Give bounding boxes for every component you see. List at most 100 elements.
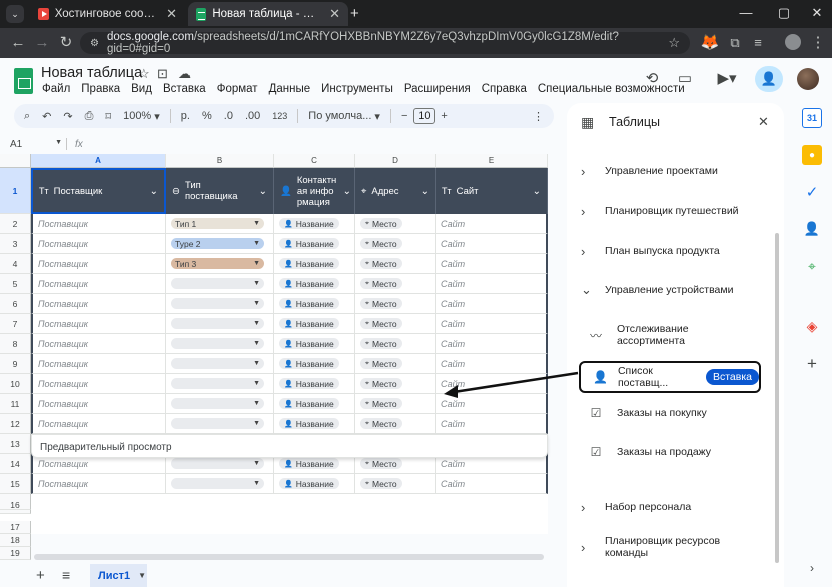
panel-group-team-resources[interactable]: › Планировщик ресурсов команды <box>581 535 766 559</box>
chevron-down-icon[interactable]: ⌄ <box>259 186 267 197</box>
tasks-icon[interactable]: ✓ <box>802 182 822 202</box>
row-header[interactable]: 14 <box>0 454 31 474</box>
person-chip[interactable]: 👤Название <box>279 358 339 369</box>
person-chip[interactable]: 👤Название <box>279 318 339 329</box>
avatar[interactable] <box>797 68 819 90</box>
type-dropdown-chip[interactable]: ▼ <box>171 358 264 369</box>
maps-icon[interactable]: ⌖ <box>802 256 822 276</box>
table-cell-type[interactable]: ▼ <box>166 274 274 294</box>
close-tab-icon[interactable]: ✕ <box>166 6 177 22</box>
table-header-supplier[interactable]: Тт Поставщик ⌄ <box>31 168 166 214</box>
type-dropdown-chip[interactable]: ▼ <box>171 298 264 309</box>
panel-group-devices[interactable]: ⌄ Управление устройствами <box>581 280 766 300</box>
share-button[interactable]: 👤 <box>755 66 783 92</box>
table-cell-address[interactable]: ⌖Место <box>355 354 436 374</box>
table-cell-address[interactable]: ⌖Место <box>355 334 436 354</box>
downloads-icon[interactable]: ≡ <box>748 34 768 52</box>
undo-icon[interactable]: ↶ <box>36 104 57 128</box>
site-info-icon[interactable]: ⚙ <box>90 38 99 49</box>
font-select[interactable]: По умолча... ▾ <box>302 104 386 128</box>
contacts-icon[interactable]: 👤 <box>802 219 822 239</box>
place-chip[interactable]: ⌖Место <box>360 418 402 429</box>
menu-format[interactable]: Формат <box>217 83 258 95</box>
person-chip[interactable]: 👤Название <box>279 418 339 429</box>
decrease-decimal-button[interactable]: .0 <box>218 104 239 128</box>
table-cell-site[interactable]: Сайт <box>436 414 548 434</box>
table-cell-type[interactable]: ▼ <box>166 354 274 374</box>
menu-edit[interactable]: Правка <box>81 83 120 95</box>
table-cell-site[interactable]: Сайт <box>436 274 548 294</box>
search-menus-icon[interactable]: ⌕ <box>14 104 36 128</box>
type-dropdown-chip[interactable]: ▼ <box>171 418 264 429</box>
table-cell-site[interactable]: Сайт <box>436 294 548 314</box>
table-cell-contact[interactable]: 👤Название <box>274 354 355 374</box>
table-cell-site[interactable]: Сайт <box>436 234 548 254</box>
chevron-down-icon[interactable]: ⌄ <box>421 186 429 197</box>
chevron-down-icon[interactable]: ⌄ <box>533 186 541 197</box>
row-header[interactable]: 11 <box>0 394 31 414</box>
place-chip[interactable]: ⌖Место <box>360 478 402 489</box>
table-cell-contact[interactable]: 👤Название <box>274 274 355 294</box>
type-dropdown-chip[interactable]: Type 2 ▼ <box>171 238 264 249</box>
type-dropdown-chip[interactable]: ▼ <box>171 338 264 349</box>
type-dropdown-chip[interactable]: ▼ <box>171 318 264 329</box>
row-header[interactable]: 19 <box>0 547 31 560</box>
table-cell-contact[interactable]: 👤Название <box>274 314 355 334</box>
type-dropdown-chip[interactable]: ▼ <box>171 378 264 389</box>
table-cell-supplier[interactable]: Поставщик <box>31 374 166 394</box>
sheet-tab[interactable]: Лист1 ▼ <box>90 564 147 587</box>
person-chip[interactable]: 👤Название <box>279 398 339 409</box>
table-cell-supplier[interactable]: Поставщик <box>31 474 166 494</box>
comments-icon[interactable]: ▭ <box>673 66 697 90</box>
table-cell-site[interactable]: Сайт <box>436 254 548 274</box>
table-cell-address[interactable]: ⌖Место <box>355 374 436 394</box>
table-cell-supplier[interactable]: Поставщик <box>31 334 166 354</box>
panel-item-suppliers[interactable]: 👤 Список поставщ... Вставка <box>579 361 761 393</box>
more-tools-icon[interactable]: ⋮ <box>527 104 554 128</box>
place-chip[interactable]: ⌖Место <box>360 378 402 389</box>
table-cell-supplier[interactable]: Поставщик <box>31 394 166 414</box>
person-chip[interactable]: 👤Название <box>279 338 339 349</box>
menu-extensions[interactable]: Расширения <box>404 83 471 95</box>
back-icon[interactable]: ← <box>8 34 28 52</box>
table-cell-type[interactable]: ▼ <box>166 414 274 434</box>
type-dropdown-chip[interactable]: ▼ <box>171 398 264 409</box>
row-header[interactable]: 13 <box>0 434 31 454</box>
place-chip[interactable]: ⌖Место <box>360 218 402 229</box>
place-chip[interactable]: ⌖Место <box>360 238 402 249</box>
menu-tools[interactable]: Инструменты <box>321 83 393 95</box>
person-chip[interactable]: 👤Название <box>279 478 339 489</box>
menu-file[interactable]: Файл <box>42 83 70 95</box>
table-cell-type[interactable]: ▼ <box>166 474 274 494</box>
table-cell-address[interactable]: ⌖Место <box>355 274 436 294</box>
print-icon[interactable]: ⎙ <box>79 104 100 128</box>
row-header[interactable]: 5 <box>0 274 31 294</box>
table-cell-address[interactable]: ⌖Место <box>355 314 436 334</box>
panel-group-release[interactable]: › План выпуска продукта <box>581 241 766 261</box>
menu-data[interactable]: Данные <box>269 83 311 95</box>
table-cell-type[interactable]: ▼ <box>166 314 274 334</box>
table-cell-contact[interactable]: 👤Название <box>274 254 355 274</box>
table-cell-contact[interactable]: 👤Название <box>274 474 355 494</box>
calendar-icon[interactable]: 31 <box>802 108 822 128</box>
panel-item-assortment[interactable]: 〰 Отслеживание ассортимента <box>589 323 759 347</box>
panel-scrollbar[interactable] <box>775 233 779 563</box>
table-cell-site[interactable]: Сайт <box>436 214 548 234</box>
table-cell-site[interactable]: Сайт <box>436 474 548 494</box>
zoom-select[interactable]: 100% ▾ <box>117 104 166 128</box>
keep-icon[interactable]: ● <box>802 145 822 165</box>
browser-menu-icon[interactable]: ⋮ <box>808 34 828 52</box>
table-cell-address[interactable]: ⌖Место <box>355 414 436 434</box>
chevron-down-icon[interactable]: ⌄ <box>343 186 351 197</box>
font-size-increase-icon[interactable]: + <box>435 104 453 128</box>
add-sheet-icon[interactable]: + <box>36 567 45 584</box>
table-header-supplier-type[interactable]: ⊖ Тип поставщика ⌄ <box>166 168 274 214</box>
profile-icon[interactable] <box>783 34 803 55</box>
person-chip[interactable]: 👤Название <box>279 258 339 269</box>
corner-cell[interactable] <box>0 154 31 168</box>
row-header[interactable]: 18 <box>0 534 31 547</box>
type-dropdown-chip[interactable]: ▼ <box>171 278 264 289</box>
table-cell-address[interactable]: ⌖Место <box>355 234 436 254</box>
sheet-tab-dropdown-icon[interactable]: ▼ <box>138 571 146 580</box>
row-header[interactable]: 10 <box>0 374 31 394</box>
